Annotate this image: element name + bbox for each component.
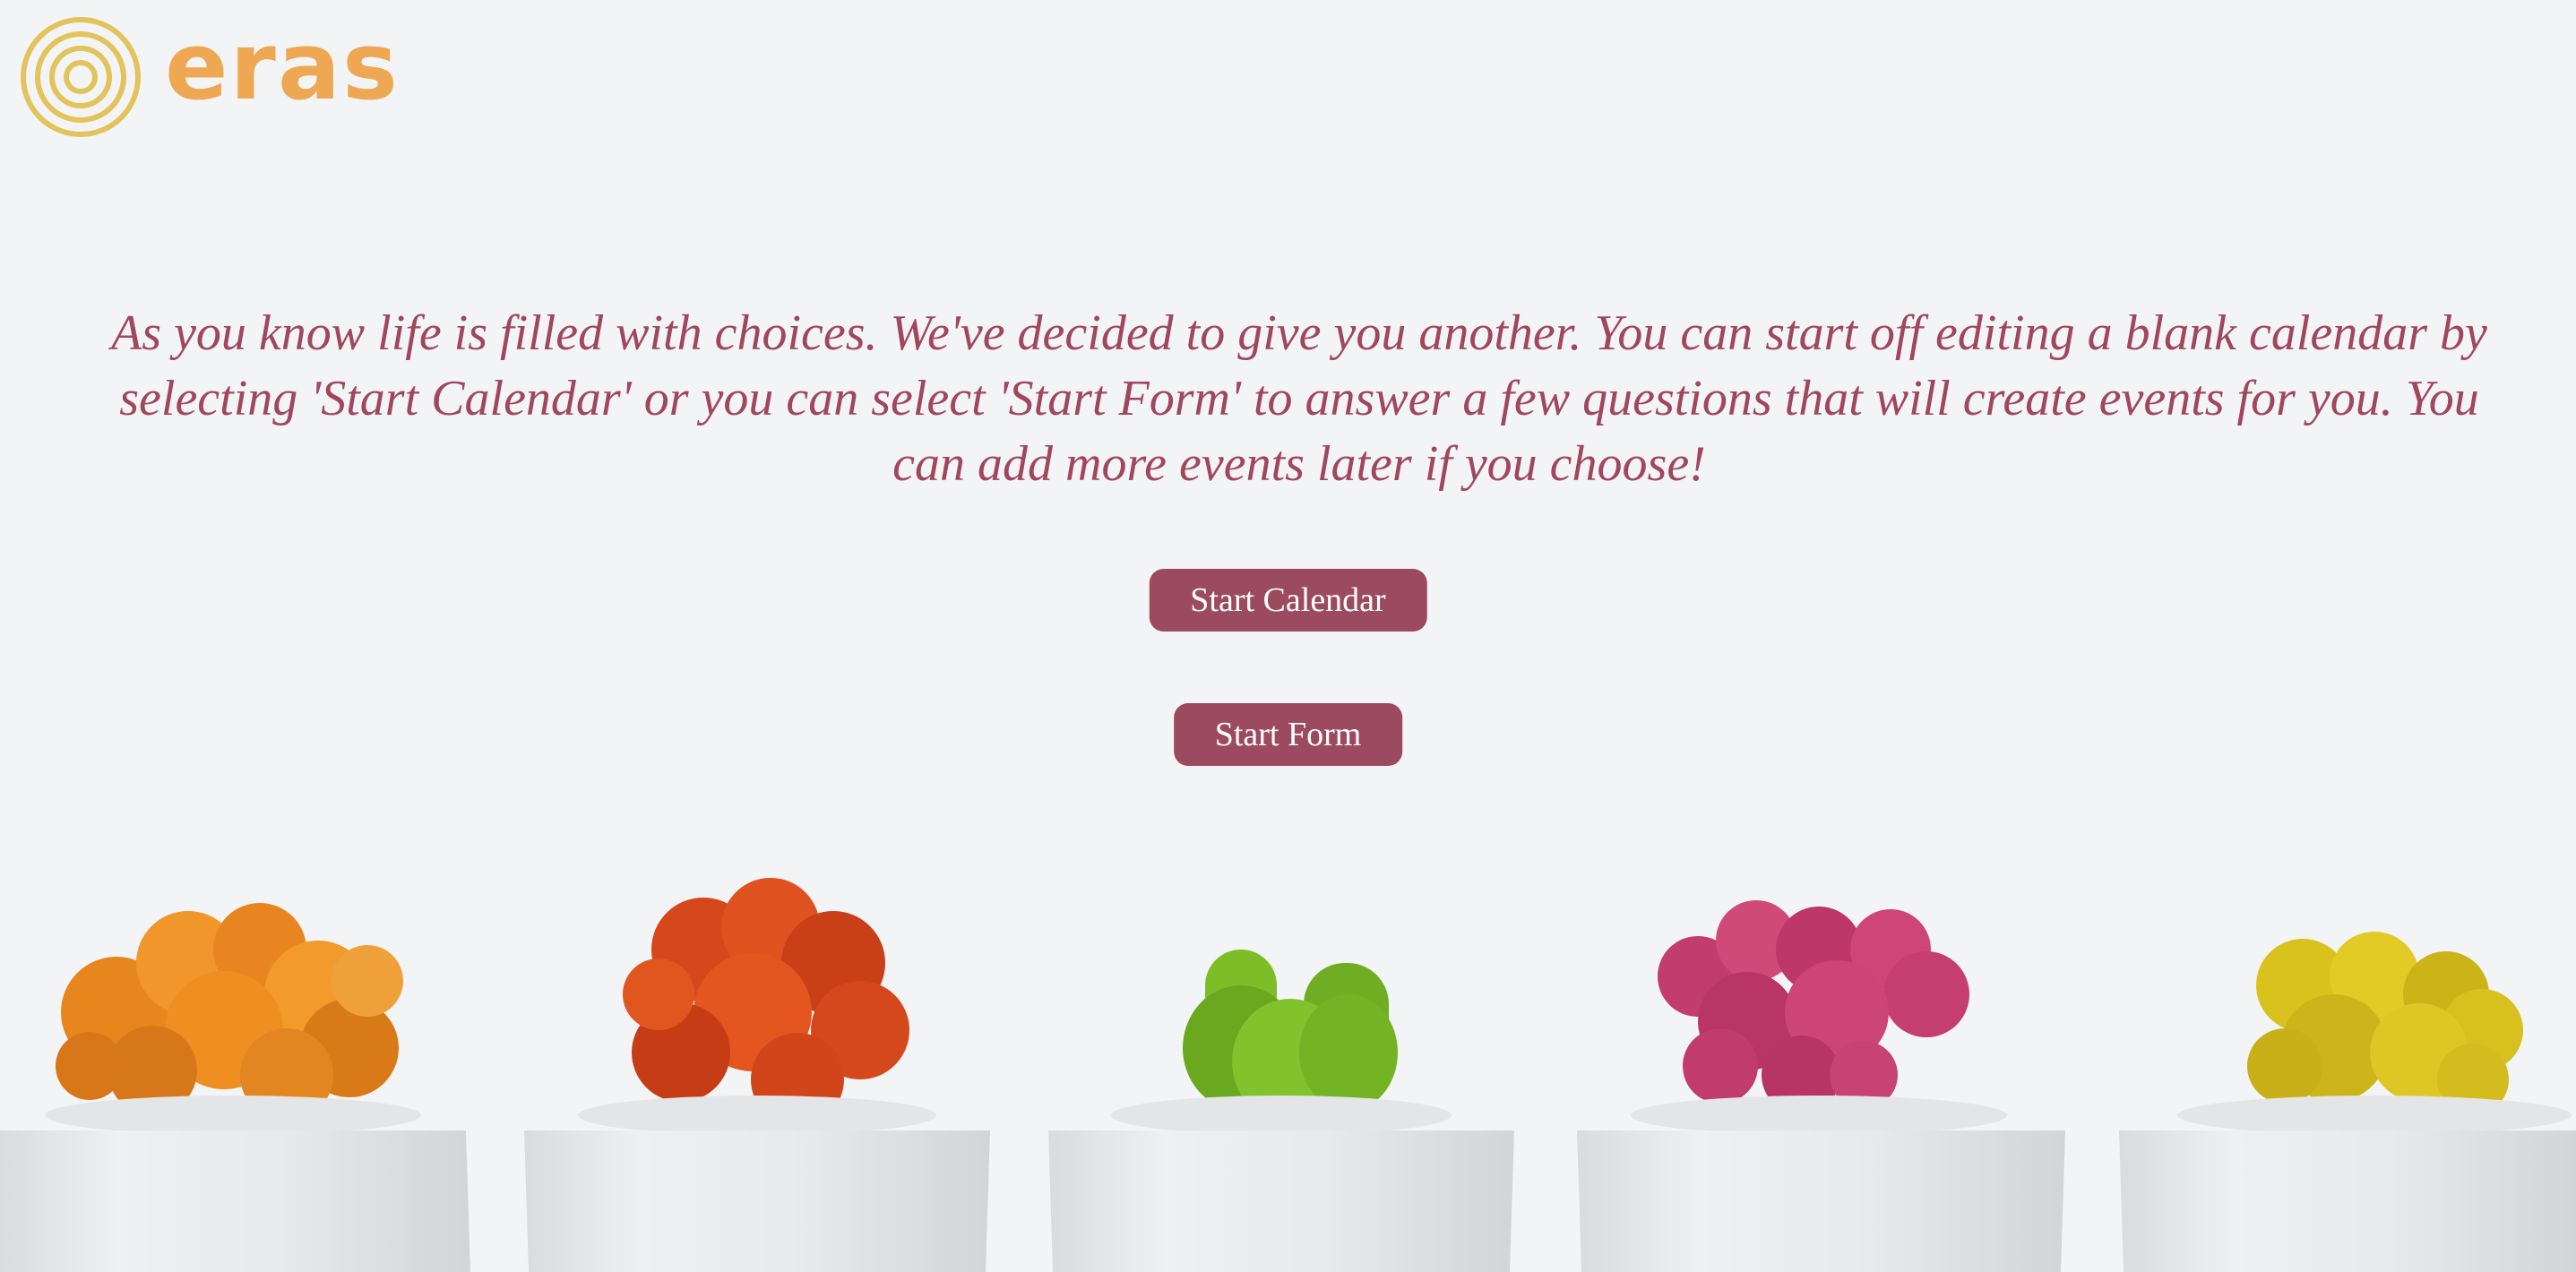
cactus-background-image — [0, 0, 2576, 1272]
start-form-button[interactable]: Start Form — [1173, 703, 1403, 766]
brand-name: eras — [165, 12, 400, 121]
brand-logo[interactable]: eras — [20, 16, 400, 138]
start-calendar-button[interactable]: Start Calendar — [1149, 569, 1427, 632]
intro-text: As you know life is filled with choices.… — [111, 305, 2487, 492]
concentric-circles-icon — [21, 17, 141, 137]
